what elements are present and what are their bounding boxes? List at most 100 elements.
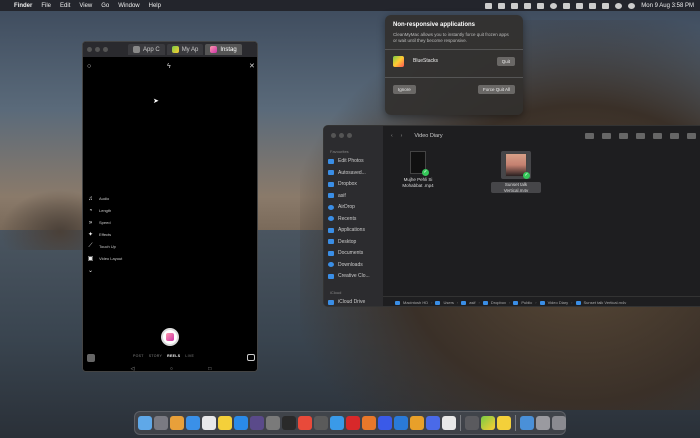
share-button[interactable] (636, 133, 645, 139)
app-store-dock-icon[interactable] (234, 416, 248, 430)
close-window-button[interactable] (87, 47, 92, 52)
mode-live[interactable]: LIVE (185, 354, 194, 358)
app-dock-icon[interactable] (314, 416, 328, 430)
record-button[interactable] (161, 328, 179, 346)
force-quit-all-button[interactable]: Force Quit All (477, 85, 515, 94)
tag-button[interactable] (653, 133, 662, 139)
menu-app-finder[interactable]: Finder (14, 3, 32, 9)
tab-app-center[interactable]: App C (128, 44, 165, 55)
mail-dock-icon[interactable] (330, 416, 344, 430)
app-dock-icon-5[interactable] (465, 416, 479, 430)
back-button[interactable]: ‹ (391, 133, 393, 139)
search-icon[interactable] (602, 2, 610, 9)
status-icon-5[interactable] (537, 2, 545, 9)
path-segment[interactable]: Users (443, 300, 453, 305)
app-dock-icon-2[interactable] (378, 416, 392, 430)
notes-dock-icon[interactable] (218, 416, 232, 430)
chat-icon[interactable] (524, 2, 532, 9)
final-cut-dock-icon[interactable] (282, 416, 296, 430)
bluestacks-dock-icon[interactable] (481, 416, 495, 430)
mode-story[interactable]: STORY (149, 354, 162, 358)
siri-dock-icon[interactable] (154, 416, 168, 430)
path-segment[interactable]: Public (521, 300, 532, 305)
flip-camera-icon[interactable] (247, 354, 255, 361)
downloads-dock-icon[interactable] (536, 416, 550, 430)
sidebar-item-applications[interactable]: Applications (328, 226, 370, 234)
home-icon[interactable]: ○ (170, 366, 173, 372)
safari-dock-icon[interactable] (186, 416, 200, 430)
path-segment[interactable]: Video Diary (548, 300, 569, 305)
menu-view[interactable]: View (79, 3, 92, 9)
status-icon-2[interactable] (498, 2, 506, 9)
mode-reels[interactable]: REELS (167, 354, 180, 358)
menu-window[interactable]: Window (118, 3, 139, 9)
app-dock-icon-4[interactable] (426, 416, 440, 430)
clock[interactable]: Mon 9 Aug 3:58 PM (641, 3, 694, 9)
action-button[interactable] (619, 133, 628, 139)
quit-button[interactable]: Quit (496, 56, 515, 66)
sidebar-item-icloud-drive[interactable]: iCloud Drive (328, 298, 365, 306)
chrome-dock-icon[interactable] (298, 416, 312, 430)
option-touch-up[interactable]: ⟋ Touch Up (87, 243, 122, 250)
zoom-window-button[interactable] (347, 133, 352, 138)
settings-icon[interactable]: ○ (87, 63, 94, 70)
group-button[interactable] (602, 133, 611, 139)
tab-instagram[interactable]: Instag (205, 44, 242, 55)
sidebar-item-autosaved[interactable]: Autosaved... (328, 169, 370, 177)
mode-post[interactable]: POST (133, 354, 144, 358)
path-segment[interactable]: Dropbox (491, 300, 506, 305)
stickies-dock-icon[interactable] (497, 416, 511, 430)
control-center-icon[interactable] (615, 2, 623, 9)
sidebar-item-airdrop[interactable]: AirDrop (328, 203, 370, 211)
sidebar-item-edit-photos[interactable]: Edit Photos (328, 157, 370, 165)
minimize-window-button[interactable] (339, 133, 344, 138)
menu-edit[interactable]: Edit (60, 3, 70, 9)
view-icons-button[interactable] (585, 133, 594, 139)
option-video-layout[interactable]: ▣ Video Layout (87, 255, 123, 262)
folder-dock-icon[interactable] (520, 416, 534, 430)
phone-screen[interactable]: ○ ϟ ✕ ➤ ♫ Audio ◔ Length » Speed ✦ Effec… (83, 57, 257, 372)
menu-help[interactable]: Help (149, 3, 161, 9)
finder-dock-icon[interactable] (138, 416, 152, 430)
option-effects[interactable]: ✦ Effects (87, 231, 122, 238)
gallery-icon[interactable] (87, 354, 95, 362)
close-icon[interactable]: ✕ (249, 63, 256, 70)
firefox-dock-icon[interactable] (362, 416, 376, 430)
dropbox-icon[interactable] (511, 2, 519, 9)
status-icon-7[interactable] (563, 2, 571, 9)
notion-dock-icon[interactable] (442, 416, 456, 430)
sidebar-item-recents[interactable]: Recents (328, 215, 370, 223)
minimize-window-button[interactable] (95, 47, 100, 52)
skype-dock-icon[interactable] (394, 416, 408, 430)
calendar-dock-icon[interactable] (202, 416, 216, 430)
file-item-selected[interactable]: ✓ Sunset talk Vertical.m4v (491, 151, 541, 193)
status-icon-8[interactable] (576, 2, 584, 9)
music-app-dock-icon[interactable] (250, 416, 264, 430)
sidebar-item-downloads[interactable]: Downloads (328, 261, 370, 269)
tab-my-apps[interactable]: My Ap (166, 44, 204, 55)
sidebar-item-desktop[interactable]: Desktop (328, 238, 370, 246)
menu-file[interactable]: File (41, 3, 51, 9)
menu-go[interactable]: Go (101, 3, 109, 9)
system-preferences-dock-icon[interactable] (266, 416, 280, 430)
option-audio[interactable]: ♫ Audio (87, 195, 122, 202)
sidebar-item-creative-cloud[interactable]: Creative Clo... (328, 272, 370, 280)
file-item[interactable]: ✓ Mujhe Pehli Si Mohabbat .mp4 (393, 151, 443, 193)
option-length[interactable]: ◔ Length (87, 207, 122, 214)
app-dock-icon-3[interactable] (410, 416, 424, 430)
forward-button[interactable]: › (401, 133, 403, 139)
trash-icon[interactable] (552, 416, 566, 430)
launchpad-dock-icon[interactable] (170, 416, 184, 430)
back-icon[interactable]: ◁ (131, 366, 135, 372)
wifi-icon[interactable] (589, 2, 597, 9)
status-icon-6[interactable] (550, 2, 558, 9)
opera-dock-icon[interactable] (346, 416, 360, 430)
zoom-window-button[interactable] (103, 47, 108, 52)
close-window-button[interactable] (331, 133, 336, 138)
ignore-button[interactable]: Ignore (393, 85, 416, 94)
flash-off-icon[interactable]: ϟ (167, 63, 174, 70)
recents-icon[interactable]: □ (208, 366, 211, 372)
path-segment[interactable]: Macintosh HD (403, 300, 428, 305)
option-speed[interactable]: » Speed (87, 219, 122, 226)
option-more[interactable]: ⌄ (87, 267, 122, 274)
